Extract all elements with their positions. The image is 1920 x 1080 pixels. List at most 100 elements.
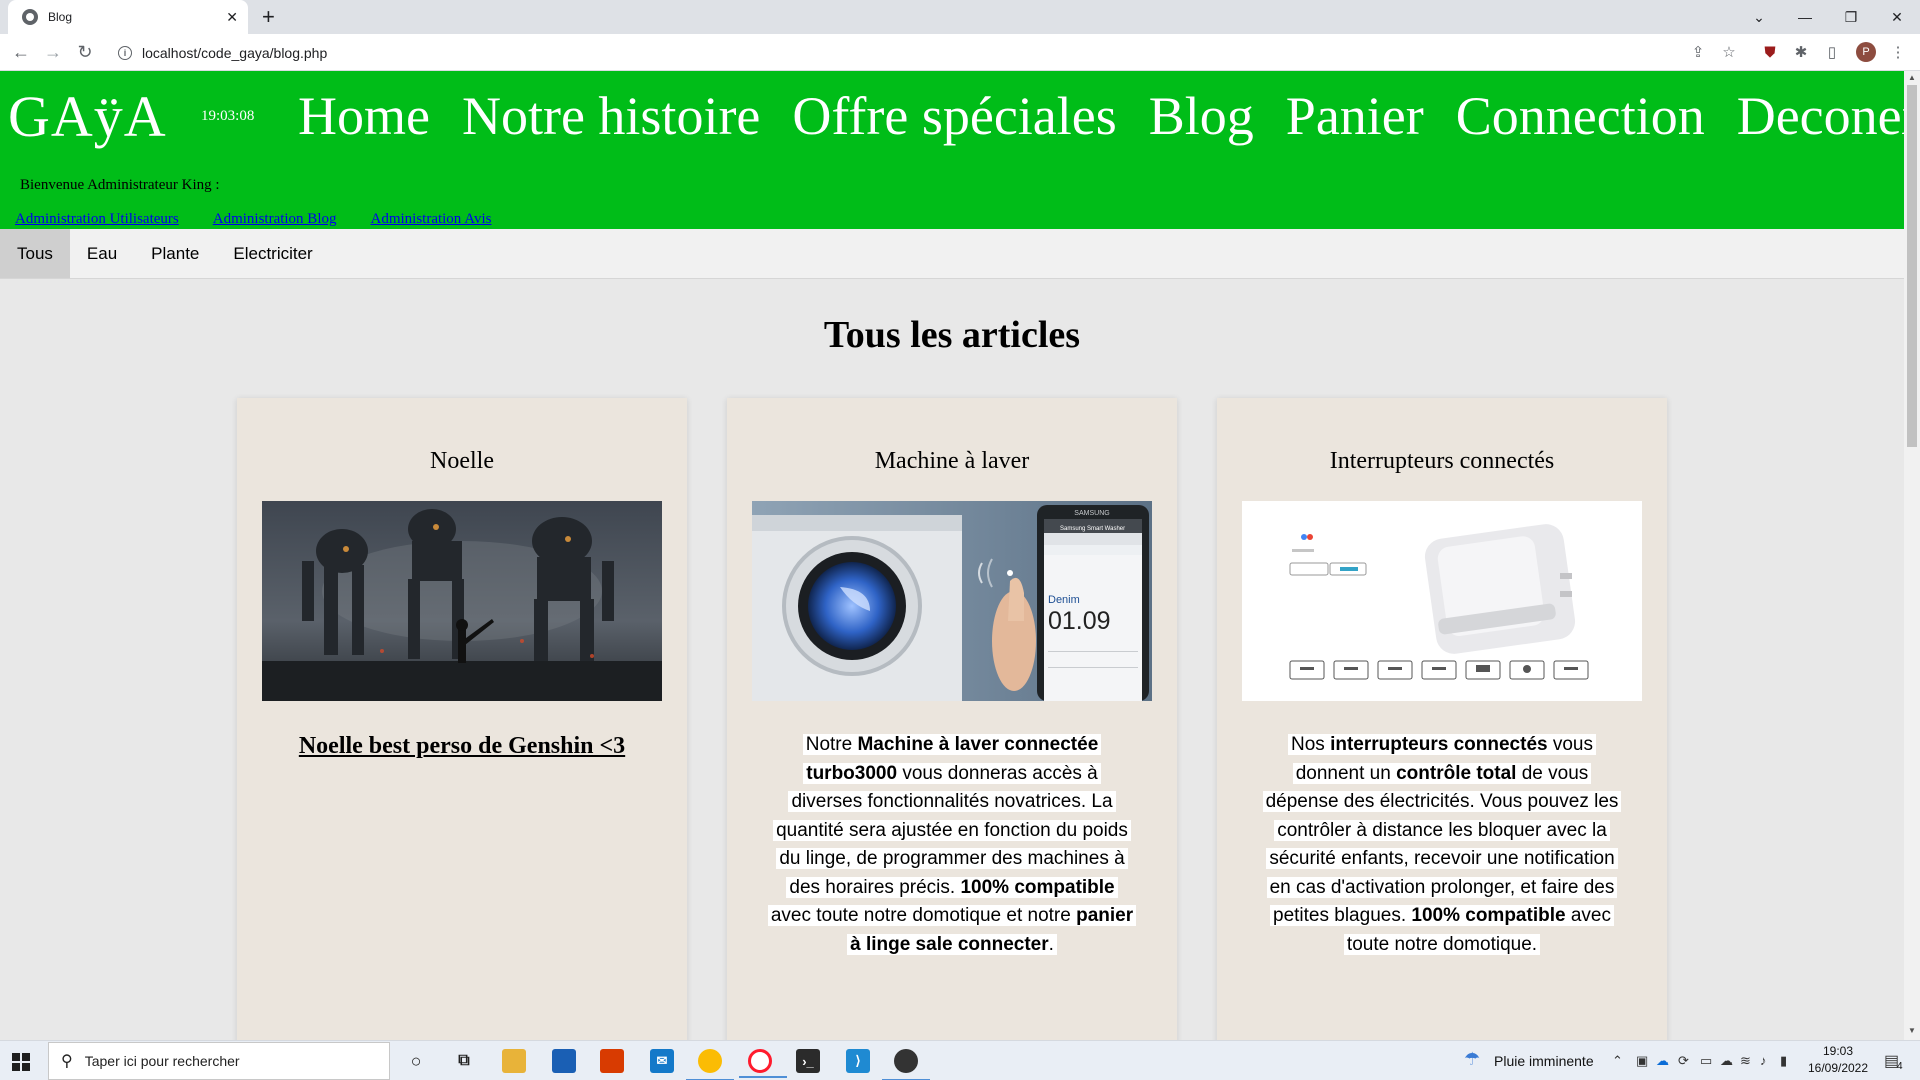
cortana-icon[interactable]: ○ xyxy=(404,1049,428,1073)
admin-users-link[interactable]: Administration Utilisateurs xyxy=(15,211,179,228)
url-text[interactable]: localhost/code_gaya/blog.php xyxy=(142,45,327,61)
text-segment: avec toute notre domotique et notre xyxy=(770,905,1077,926)
new-tab-button[interactable]: + xyxy=(262,4,275,30)
card-title: Machine à laver xyxy=(874,448,1030,474)
close-tab-icon[interactable]: ✕ xyxy=(226,9,238,26)
share-icon[interactable]: ⇪ xyxy=(1688,42,1708,62)
tab-blog[interactable]: Blog ✕ xyxy=(8,0,248,34)
ublock-icon[interactable]: ⛊ xyxy=(1760,42,1780,62)
tray-sync-icon[interactable]: ⟳ xyxy=(1678,1053,1689,1069)
filter-electriciter[interactable]: Electriciter xyxy=(216,229,329,278)
phone-brand-text: SAMSUNG xyxy=(1074,510,1109,517)
github-desktop-icon[interactable] xyxy=(882,1049,930,1080)
nav-notre-histoire[interactable]: Notre histoire xyxy=(462,85,760,147)
main-nav: Home Notre histoire Offre spéciales Blog… xyxy=(298,85,1904,147)
chrome-icon[interactable] xyxy=(686,1049,734,1080)
address-bar[interactable]: i localhost/code_gaya/blog.php xyxy=(108,38,1708,67)
category-filter-bar: Tous Eau Plante Electriciter xyxy=(0,229,1904,279)
taskbar-search-placeholder: Taper ici pour rechercher xyxy=(84,1053,240,1069)
taskbar-date[interactable]: 16/09/2022 xyxy=(1800,1061,1876,1075)
volume-icon[interactable]: ♪ xyxy=(1760,1053,1767,1068)
wifi-icon[interactable]: ≋ xyxy=(1740,1053,1751,1069)
tray-expand-icon[interactable]: ⌃ xyxy=(1612,1053,1623,1069)
site-info-icon[interactable]: i xyxy=(118,45,132,60)
globe-icon xyxy=(22,9,38,25)
tray-cloud-icon[interactable]: ☁ xyxy=(1720,1053,1733,1069)
text-segment-bold: interrupteurs connectés xyxy=(1330,734,1548,755)
admin-reviews-link[interactable]: Administration Avis xyxy=(370,211,491,228)
article-link-noelle[interactable]: Noelle best perso de Genshin <3 xyxy=(237,733,687,760)
article-text-interrupteurs: Nos interrupteurs connectés vous donnent… xyxy=(1257,731,1627,959)
windows-start-icon[interactable] xyxy=(12,1053,30,1071)
battery-icon[interactable]: ▮ xyxy=(1780,1053,1787,1069)
card-title: Noelle xyxy=(430,448,494,474)
nav-panier[interactable]: Panier xyxy=(1286,85,1424,147)
notification-count: 4 xyxy=(1897,1061,1903,1072)
scroll-up-arrow-icon[interactable]: ▲ xyxy=(1907,73,1917,82)
nav-connection[interactable]: Connection xyxy=(1456,85,1705,147)
windows-taskbar: ⚲ Taper ici pour rechercher ○ ⧉ ✉ ›_ ⟩ ☂… xyxy=(0,1040,1920,1080)
text-segment-bold: 100% compatible xyxy=(1411,905,1566,926)
vscode-icon[interactable]: ⟩ xyxy=(846,1049,870,1073)
phone-app-title: Samsung Smart Washer xyxy=(1060,526,1125,532)
search-icon: ⚲ xyxy=(61,1053,73,1070)
article-text-machine-a-laver: Notre Machine à laver connectée turbo300… xyxy=(767,731,1137,959)
reload-button[interactable]: ↻ xyxy=(73,40,97,64)
forward-button[interactable]: → xyxy=(41,40,65,64)
opera-icon[interactable] xyxy=(739,1049,787,1078)
page-scrollbar[interactable]: ▲ ▼ xyxy=(1904,71,1920,1040)
side-panel-icon[interactable]: ▯ xyxy=(1822,42,1842,62)
close-window-button[interactable]: ✕ xyxy=(1874,0,1920,34)
card-image-smart-switch[interactable] xyxy=(1242,501,1642,701)
nav-blog[interactable]: Blog xyxy=(1149,85,1254,147)
header-clock: 19:03:08 xyxy=(201,108,255,124)
filter-plante[interactable]: Plante xyxy=(134,229,216,278)
bookmark-star-icon[interactable]: ☆ xyxy=(1719,42,1739,62)
office-icon[interactable] xyxy=(600,1049,624,1073)
site-logo[interactable]: GAÿA xyxy=(8,83,167,150)
filter-eau[interactable]: Eau xyxy=(70,229,134,278)
phone-time-text: 01.09 xyxy=(1048,607,1111,635)
task-view-icon[interactable]: ⧉ xyxy=(452,1049,476,1073)
article-card-interrupteurs: Interrupteurs connectés Nos interrupteur… xyxy=(1217,398,1667,1040)
onedrive-icon[interactable]: ☁ xyxy=(1656,1053,1669,1069)
terminal-icon[interactable]: ›_ xyxy=(796,1049,820,1073)
admin-blog-link[interactable]: Administration Blog xyxy=(213,211,337,228)
card-image-noelle[interactable] xyxy=(262,501,662,701)
mail-icon[interactable]: ✉ xyxy=(650,1049,674,1073)
weather-icon[interactable]: ☂ xyxy=(1464,1049,1480,1070)
card-image-washing-machine[interactable]: SAMSUNG Samsung Smart Washer Denim 01.09 xyxy=(752,501,1152,701)
back-button[interactable]: ← xyxy=(9,40,33,64)
text-segment: . xyxy=(1048,933,1054,955)
file-explorer-icon[interactable] xyxy=(502,1049,526,1073)
browser-toolbar: ← → ↻ i localhost/code_gaya/blog.php ⇪ ☆… xyxy=(0,34,1920,71)
nav-home[interactable]: Home xyxy=(298,85,430,147)
scrollbar-thumb[interactable] xyxy=(1907,85,1917,447)
text-segment: de vous dépense des électricités. Vous p… xyxy=(1265,762,1619,927)
minimize-button[interactable]: — xyxy=(1782,0,1828,34)
text-segment: Notre xyxy=(805,734,858,755)
scroll-down-arrow-icon[interactable]: ▼ xyxy=(1907,1026,1917,1035)
taskbar-time[interactable]: 19:03 xyxy=(1806,1044,1870,1058)
tray-display-icon[interactable]: ▭ xyxy=(1700,1053,1712,1069)
filter-tous[interactable]: Tous xyxy=(0,229,70,278)
restore-button[interactable]: ❐ xyxy=(1828,0,1874,34)
welcome-message: Bienvenue Administrateur King : xyxy=(20,177,220,193)
profile-avatar[interactable]: P xyxy=(1856,42,1876,62)
admin-links: Administration Utilisateurs Administrati… xyxy=(15,211,491,228)
extensions-icon[interactable]: ✱ xyxy=(1791,42,1811,62)
weather-text[interactable]: Pluie imminente xyxy=(1494,1053,1594,1069)
text-segment-bold: contrôle total xyxy=(1396,762,1517,784)
tab-title: Blog xyxy=(48,10,73,24)
tray-app-icon[interactable]: ▣ xyxy=(1636,1053,1648,1069)
microsoft-store-icon[interactable] xyxy=(552,1049,576,1073)
menu-kebab-icon[interactable]: ⋮ xyxy=(1888,42,1908,62)
article-card-machine-a-laver: Machine à laver SAMSUNG Samsung Smart Wa… xyxy=(727,398,1177,1040)
nav-deconexion[interactable]: Deconexion xyxy=(1737,85,1904,147)
article-card-noelle: Noelle Noelle best perso de Genshin <3 xyxy=(237,398,687,1040)
text-segment: Nos xyxy=(1291,734,1331,755)
card-title: Interrupteurs connectés xyxy=(1329,448,1555,474)
taskbar-search-box[interactable]: ⚲ Taper ici pour rechercher xyxy=(48,1042,390,1080)
nav-offre-speciales[interactable]: Offre spéciales xyxy=(792,85,1116,147)
tab-search-icon[interactable]: ⌄ xyxy=(1736,0,1782,34)
